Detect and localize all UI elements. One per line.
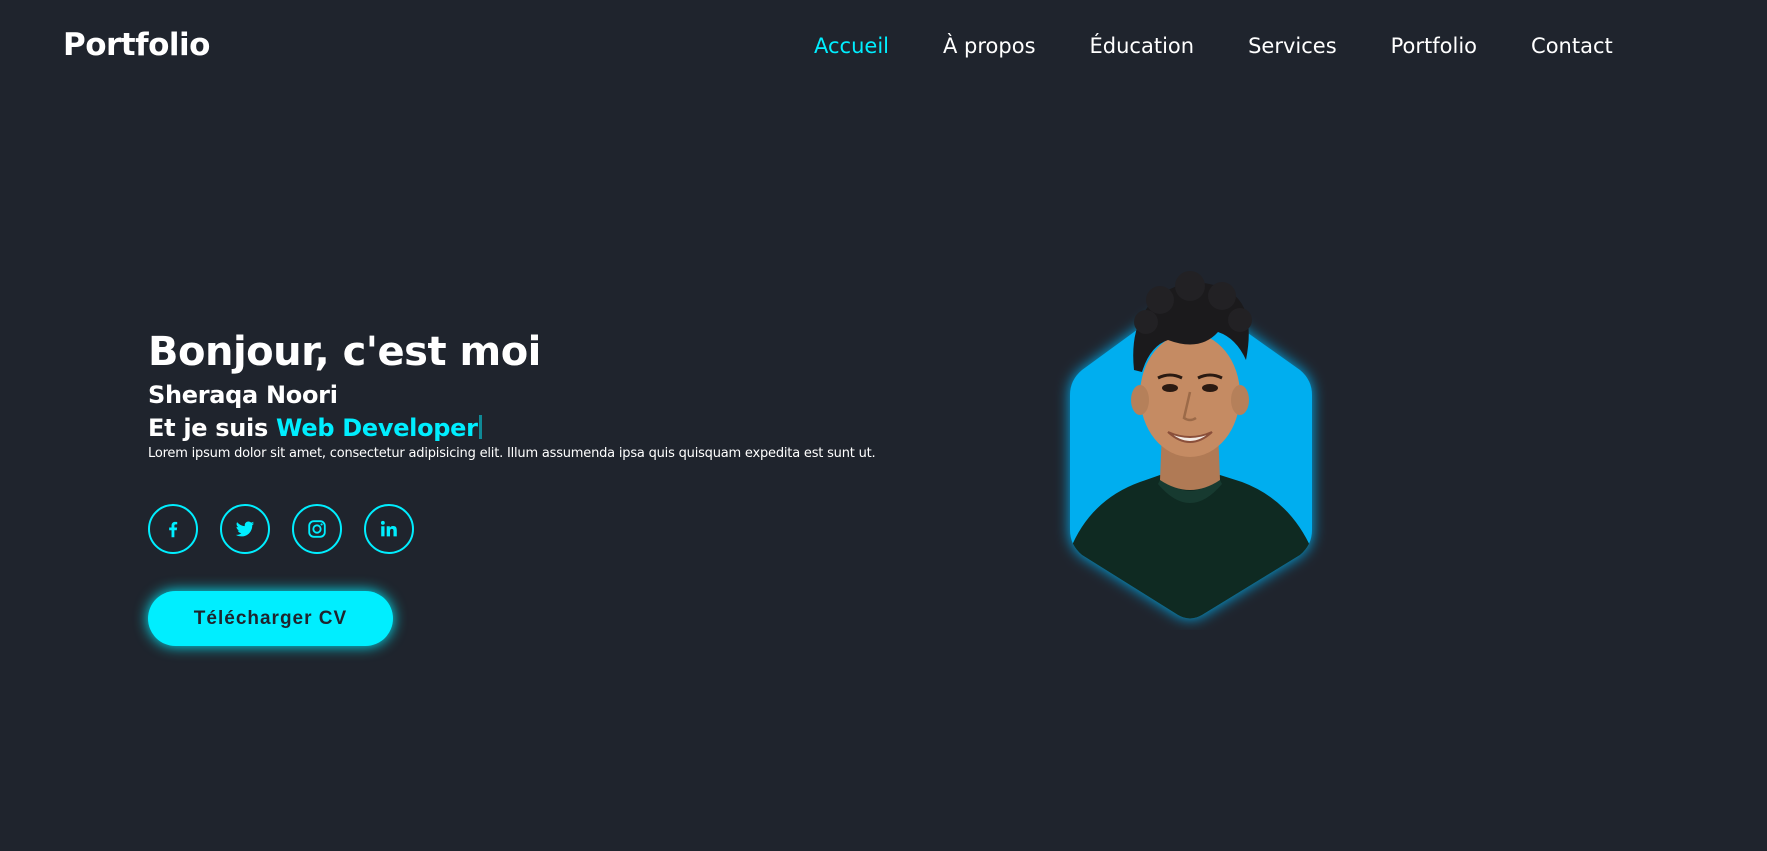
linkedin-icon bbox=[380, 520, 397, 537]
download-cv-button[interactable]: Télécharger CV bbox=[148, 591, 393, 646]
social-links bbox=[148, 504, 414, 554]
instagram-link[interactable] bbox=[292, 504, 342, 554]
hero-description: Lorem ipsum dolor sit amet, consectetur … bbox=[148, 446, 876, 461]
typing-caret bbox=[478, 415, 482, 439]
site-header: Portfolio Accueil À propos Éducation Ser… bbox=[0, 0, 1767, 96]
profile-portrait bbox=[1070, 271, 1312, 619]
role-prefix: Et je suis bbox=[148, 414, 277, 442]
main-nav: Accueil À propos Éducation Services Port… bbox=[814, 34, 1613, 58]
person-name: Sheraqa Noori bbox=[148, 381, 338, 409]
nav-item-services[interactable]: Services bbox=[1248, 34, 1337, 58]
facebook-icon bbox=[169, 521, 178, 538]
facebook-link[interactable] bbox=[148, 504, 198, 554]
nav-item-education[interactable]: Éducation bbox=[1090, 34, 1195, 58]
hero-text: Bonjour, c'est moi Sheraqa Noori Et je s… bbox=[148, 326, 908, 462]
twitter-link[interactable] bbox=[220, 504, 270, 554]
nav-item-portfolio[interactable]: Portfolio bbox=[1391, 34, 1477, 58]
greeting-heading: Bonjour, c'est moi bbox=[148, 329, 541, 375]
instagram-icon bbox=[308, 520, 326, 538]
nav-item-contact[interactable]: Contact bbox=[1531, 34, 1613, 58]
linkedin-link[interactable] bbox=[364, 504, 414, 554]
role-highlight: Web Developer bbox=[276, 414, 478, 442]
logo[interactable]: Portfolio bbox=[63, 27, 210, 63]
nav-item-accueil[interactable]: Accueil bbox=[814, 34, 889, 58]
nav-item-a-propos[interactable]: À propos bbox=[943, 34, 1036, 58]
twitter-icon bbox=[235, 521, 255, 537]
role-line: Et je suis Web Developer bbox=[148, 412, 908, 444]
